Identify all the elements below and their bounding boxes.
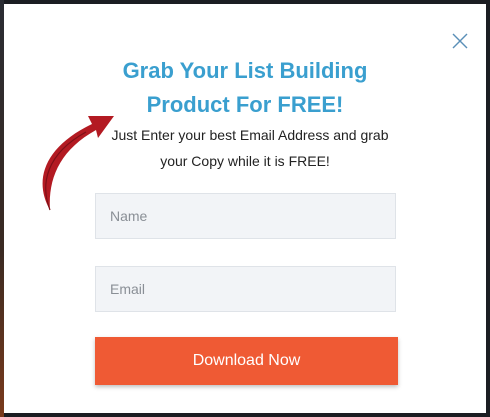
download-now-button[interactable]: Download Now [95,337,398,385]
popup-subtext-line1: Just Enter your best Email Address and g… [111,127,389,143]
name-field[interactable] [95,193,396,239]
optin-popup: Grab Your List Building Product For FREE… [4,4,486,413]
email-field[interactable] [95,266,396,312]
close-button[interactable] [449,30,471,52]
popup-headline-line1: Grab Your List Building [122,58,368,83]
close-icon [452,33,468,49]
popup-subtext-line2: your Copy while it is FREE! [160,153,330,169]
